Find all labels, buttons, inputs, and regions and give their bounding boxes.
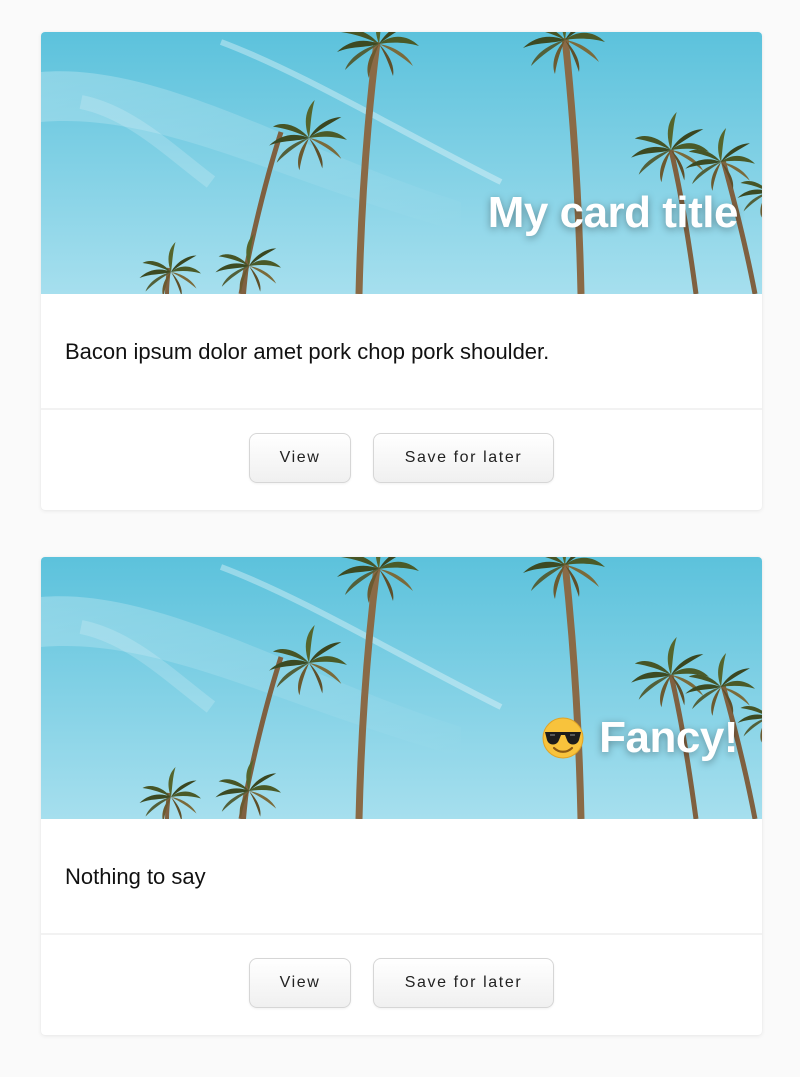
card-title: Fancy! xyxy=(541,713,738,763)
card: My card title Bacon ipsum dolor amet por… xyxy=(41,32,762,510)
palm-trees-image xyxy=(41,557,762,819)
view-button[interactable]: View xyxy=(249,433,351,483)
card-text: Bacon ipsum dolor amet pork chop pork sh… xyxy=(65,339,550,364)
card-media: Fancy! xyxy=(41,557,762,819)
card-media: My card title xyxy=(41,32,762,294)
save-for-later-button[interactable]: Save for later xyxy=(373,433,554,483)
card-title-text: My card title xyxy=(487,188,739,237)
card: Fancy! Nothing to say View Save for late… xyxy=(41,557,762,1035)
card-title-text: Fancy! xyxy=(599,713,738,762)
card-content: Bacon ipsum dolor amet pork chop pork sh… xyxy=(41,294,762,410)
save-for-later-button[interactable]: Save for later xyxy=(373,958,554,1008)
card-title: My card title xyxy=(487,188,739,238)
card-actions: View Save for later xyxy=(41,410,762,508)
palm-trees-image xyxy=(41,32,762,294)
card-text: Nothing to say xyxy=(65,864,206,889)
sunglasses-emoji-icon xyxy=(542,716,585,760)
page: My card title Bacon ipsum dolor amet por… xyxy=(0,0,800,1077)
view-button[interactable]: View xyxy=(249,958,351,1008)
card-content: Nothing to say xyxy=(41,819,762,935)
card-actions: View Save for later xyxy=(41,935,762,1033)
